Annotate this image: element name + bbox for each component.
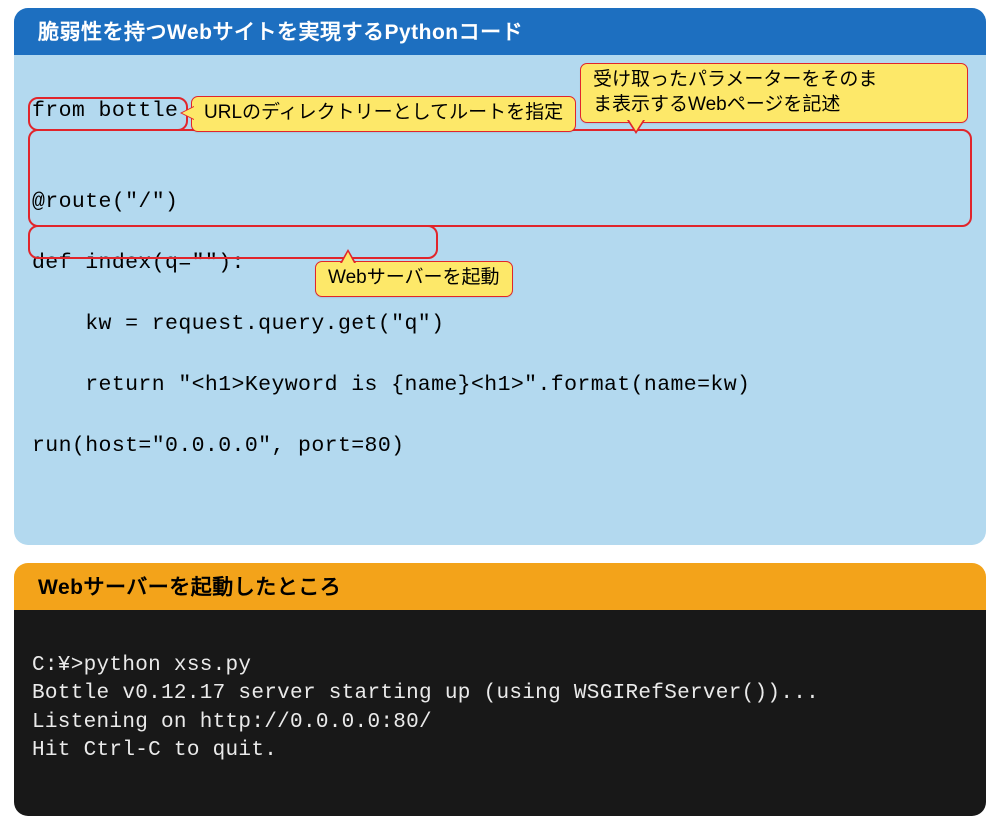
terminal-line: Bottle v0.12.17 server starting up (usin… xyxy=(32,682,819,705)
terminal-panel: Webサーバーを起動したところ C:¥>python xss.py Bottle… xyxy=(14,563,986,816)
terminal-line: Listening on http://0.0.0.0:80/ xyxy=(32,711,432,734)
callout-response: 受け取ったパラメーターをそのま ま表示するWebページを記述 xyxy=(580,63,968,123)
callout-tail-icon xyxy=(340,249,356,263)
terminal-line: C:¥>python xss.py xyxy=(32,654,251,677)
callout-tail-icon xyxy=(627,120,645,134)
code-line: kw = request.query.get("q") xyxy=(32,309,968,340)
callout-tail-icon xyxy=(180,106,194,120)
code-panel: 脆弱性を持つWebサイトを実現するPythonコード from bottle i… xyxy=(14,8,986,545)
callout-route: URLのディレクトリーとしてルートを指定 xyxy=(191,96,576,132)
callout-text: ま表示するWebページを記述 xyxy=(593,94,840,115)
callout-text: 受け取ったパラメーターをそのま xyxy=(593,69,877,90)
callout-text: URLのディレクトリーとしてルートを指定 xyxy=(204,102,563,123)
terminal-line: Hit Ctrl-C to quit. xyxy=(32,739,277,762)
code-line: @route("/") xyxy=(32,187,968,218)
callout-text: Webサーバーを起動 xyxy=(328,267,500,288)
code-line: return "<h1>Keyword is {name}<h1>".forma… xyxy=(32,370,968,401)
code-panel-title: 脆弱性を持つWebサイトを実現するPythonコード xyxy=(14,8,986,55)
terminal-output: C:¥>python xss.py Bottle v0.12.17 server… xyxy=(14,610,986,816)
terminal-panel-title: Webサーバーを起動したところ xyxy=(14,563,986,610)
callout-run: Webサーバーを起動 xyxy=(315,261,513,297)
code-line: run(host="0.0.0.0", port=80) xyxy=(32,431,968,462)
